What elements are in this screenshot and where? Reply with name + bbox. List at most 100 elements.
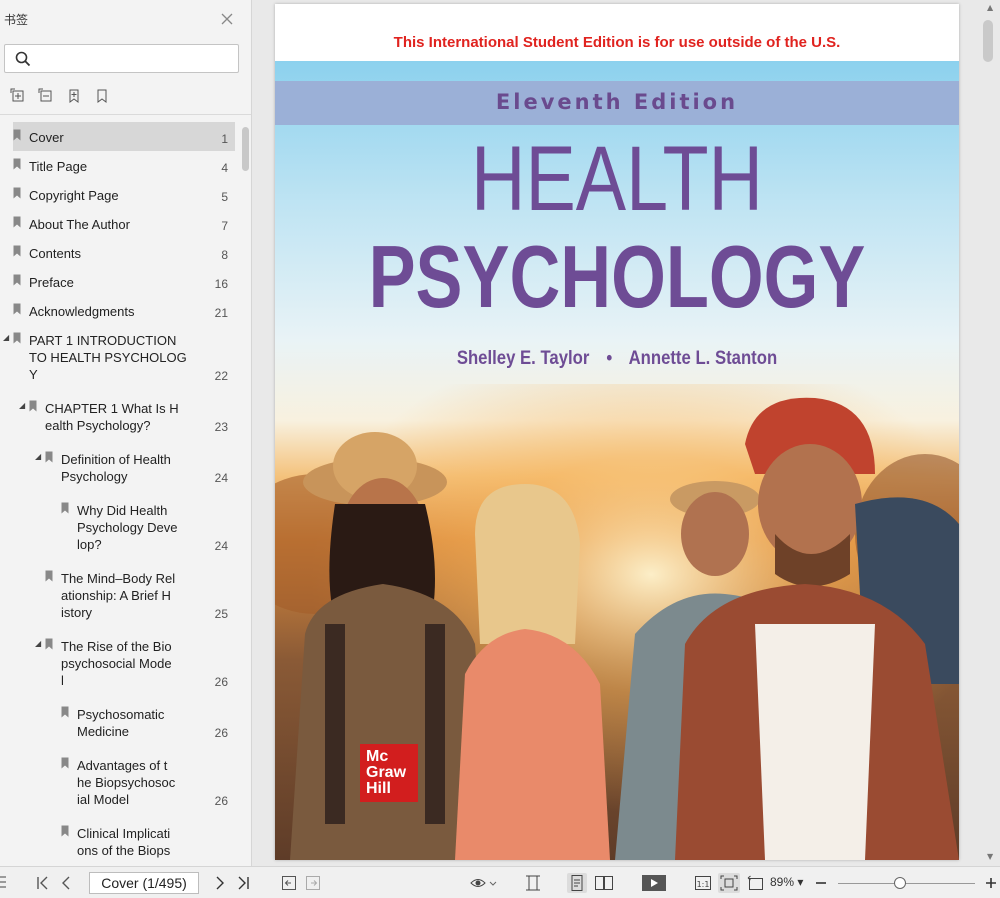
actual-size-icon[interactable]: 1:1 (694, 873, 712, 893)
bookmark-label-line: Contents (29, 246, 82, 261)
bookmarks-panel-title: 书签 (4, 13, 29, 27)
bookmark-page-number: 26 (214, 675, 228, 689)
bookmark-item[interactable]: ◢ PART 1 INTRODUCTION TO HEALTH PSYCHOLOG Y… (0, 325, 238, 388)
bookmark-label-line: Why Did Health (77, 503, 168, 518)
sidebar-toggle-icon[interactable] (0, 874, 6, 894)
next-page-icon[interactable] (212, 873, 228, 893)
document-scrollbar-thumb[interactable] (983, 20, 993, 62)
zoom-in-icon[interactable] (984, 873, 998, 893)
bookmark-label-line: Psychology (61, 469, 128, 484)
bookmark-page-number: 21 (214, 306, 228, 320)
continuous-scroll-icon[interactable] (524, 873, 542, 893)
bookmark-item[interactable]: Contents 8 (0, 238, 238, 267)
bookmark-page-number: 24 (214, 539, 228, 553)
bookmark-label-line: ealth Psychology? (45, 418, 151, 433)
previous-page-icon[interactable] (58, 873, 74, 893)
bookmark-icon (45, 451, 53, 463)
bookmark-label-line: Y (29, 367, 38, 382)
close-icon[interactable] (219, 11, 235, 27)
collapse-all-icon[interactable] (38, 88, 56, 106)
bookmark-label-line: Psychosomatic (77, 707, 165, 722)
bookmark-scrollbar[interactable] (240, 122, 252, 862)
bookmark-label-line: Psychology Deve (77, 520, 178, 535)
bookmark-label: Psychosomatic Medicine (77, 706, 164, 740)
zoom-out-icon[interactable] (814, 873, 828, 893)
bookmark-icon (13, 303, 21, 315)
expand-toggle-icon[interactable]: ◢ (35, 639, 41, 648)
bookmark-label-line: he Biopsychosoc (77, 775, 176, 790)
bookmark-icon[interactable] (94, 88, 112, 106)
bookmark-page-number: 8 (221, 248, 228, 262)
bookmark-label-line: lop? (77, 537, 102, 552)
bookmark-item[interactable]: ◢ The Rise of the Bio psychosocial Mode l 26 (0, 631, 238, 694)
bookmark-item[interactable]: Why Did Health Psychology Deve lop? 24 (0, 495, 238, 558)
bookmark-item[interactable]: About The Author 7 (0, 209, 238, 238)
search-icon (15, 51, 31, 67)
forward-icon[interactable] (305, 873, 321, 893)
bookmark-page-number: 4 (221, 161, 228, 175)
rotate-icon[interactable] (746, 873, 766, 893)
bookmark-label: Advantages of t he Biopsychosoc ial Model (77, 757, 175, 808)
bookmark-label-line: The Rise of the Bio (61, 639, 172, 654)
bookmark-label-line: ial Model (77, 792, 130, 807)
page-indicator[interactable]: Cover (1/495) (89, 872, 199, 894)
expand-toggle-icon[interactable]: ◢ (19, 401, 25, 410)
expand-all-icon[interactable] (10, 88, 28, 106)
bookmark-icon (13, 245, 21, 257)
author-name: Shelley E. Taylor (456, 348, 590, 369)
edition-notice: This International Student Edition is fo… (393, 34, 841, 51)
bookmark-item[interactable]: ◢ CHAPTER 1 What Is H ealth Psychology? 23 (0, 393, 238, 439)
two-page-icon[interactable] (594, 873, 614, 893)
bookmark-icon (13, 216, 21, 228)
bookmark-label: Acknowledgments (29, 303, 135, 320)
zoom-slider-thumb[interactable] (893, 877, 906, 889)
bookmark-label-line: Medicine (77, 724, 130, 739)
bookmark-item[interactable]: Acknowledgments 21 (0, 296, 238, 325)
bookmark-icon (13, 332, 21, 344)
bookmark-item[interactable]: The Mind–Body Rel ationship: A Brief H ist… (0, 563, 238, 626)
bookmark-icon (61, 706, 69, 718)
bookmark-search-box[interactable] (4, 44, 239, 73)
scroll-up-icon[interactable]: ▲ (987, 3, 993, 12)
document-scrollbar[interactable]: ▲ ▼ (980, 0, 1000, 866)
zoom-level[interactable]: 89% ▾ (770, 875, 803, 889)
first-page-icon[interactable] (34, 873, 50, 893)
bookmark-label-line: ons of the Biops (77, 843, 171, 858)
bookmark-page-number: 5 (221, 190, 228, 204)
bookmark-tree: Cover 1 Title Page 4 Copyright Page 5 About Th… (0, 122, 238, 862)
logo-text: Mc (366, 748, 389, 765)
bookmark-icon (61, 757, 69, 769)
bookmark-page-number: 26 (214, 794, 228, 808)
bookmark-item[interactable]: Advantages of t he Biopsychosoc ial Model 2… (0, 750, 238, 813)
bookmark-item[interactable]: Preface 16 (0, 267, 238, 296)
bookmark-search-input[interactable] (39, 49, 235, 69)
fit-page-icon[interactable] (718, 873, 740, 893)
bookmark-item[interactable]: Clinical Implicati ons of the Biopsychoso… (0, 818, 238, 862)
bookmark-scrollbar-thumb[interactable] (242, 127, 249, 171)
divider (0, 114, 251, 115)
bookmark-page-number: 16 (214, 277, 228, 291)
single-page-icon[interactable] (567, 873, 587, 893)
svg-text:1:1: 1:1 (697, 880, 710, 889)
bookmark-label-line: Acknowledgments (29, 304, 135, 319)
pdf-reader-window: 书签 Cover 1 Title Page 4 Copyright Page 5… (0, 0, 1000, 898)
eye-care-icon[interactable] (469, 873, 497, 893)
bookmark-item[interactable]: Copyright Page 5 (0, 180, 238, 209)
bookmark-item[interactable]: ◢ Definition of Health Psychology 24 (0, 444, 238, 490)
scroll-down-icon[interactable]: ▼ (987, 852, 993, 861)
bookmark-label: About The Author (29, 216, 130, 233)
expand-toggle-icon[interactable]: ◢ (35, 452, 41, 461)
bookmark-item[interactable]: Title Page 4 (0, 151, 238, 180)
expand-toggle-icon[interactable]: ◢ (3, 333, 9, 342)
last-page-icon[interactable] (236, 873, 252, 893)
back-icon[interactable] (281, 873, 297, 893)
slideshow-play-icon[interactable] (641, 873, 667, 893)
bookmark-label: CHAPTER 1 What Is H ealth Psychology? (45, 400, 179, 434)
bookmark-icon (61, 825, 69, 837)
bookmark-item[interactable]: Cover 1 (0, 122, 238, 151)
add-bookmark-icon[interactable] (66, 88, 84, 106)
zoom-slider[interactable] (838, 883, 975, 884)
bookmark-item[interactable]: Psychosomatic Medicine 26 (0, 699, 238, 745)
book-title-line2: PSYCHOLOGY (368, 227, 866, 326)
bookmark-page-number: 24 (214, 471, 228, 485)
